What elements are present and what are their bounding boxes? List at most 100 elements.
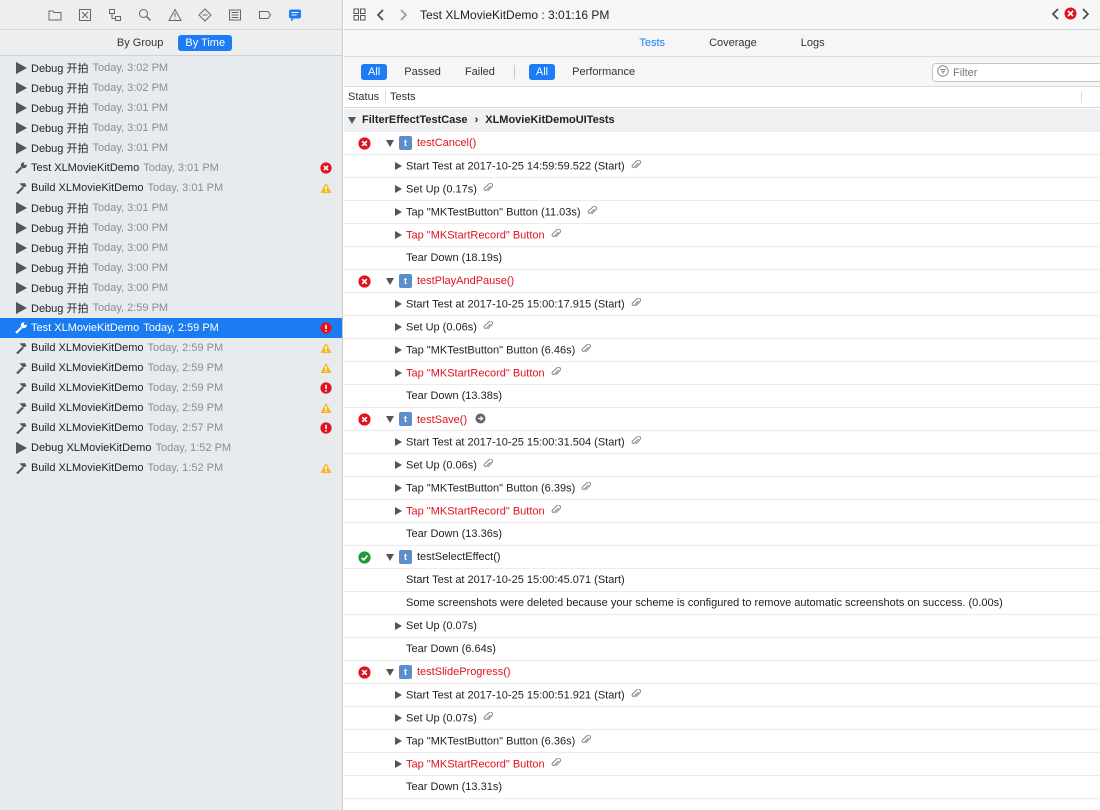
disclosure-triangle-icon[interactable] [395, 714, 402, 722]
activity-row[interactable]: Some screenshots were deleted because yo… [344, 592, 1100, 615]
activity-row[interactable]: Tear Down (6.64s) [344, 638, 1100, 661]
test-case-row[interactable]: t testCancel() [344, 132, 1100, 155]
by-time-button[interactable]: By Time [178, 34, 233, 51]
debug-icon[interactable] [220, 0, 250, 30]
test-icon[interactable] [190, 0, 220, 30]
disclosure-triangle-icon[interactable] [395, 369, 402, 377]
activity-row[interactable]: Start Test at 2017-10-25 15:00:45.071 (S… [344, 569, 1100, 592]
find-icon[interactable] [130, 0, 160, 30]
report-list-item[interactable]: Build XLMovieKitDemo Today, 2:59 PM [0, 338, 342, 358]
tab-coverage[interactable]: Coverage [709, 37, 757, 49]
attachment-icon[interactable] [587, 205, 597, 219]
report-list-item[interactable]: Build XLMovieKitDemo Today, 2:59 PM [0, 378, 342, 398]
disclosure-triangle-icon[interactable] [395, 208, 402, 216]
previous-issue-icon[interactable] [1051, 7, 1061, 23]
attachment-icon[interactable] [483, 711, 493, 725]
report-list-item[interactable]: Debug 开拍 Today, 3:00 PM [0, 218, 342, 238]
disclosure-triangle-icon[interactable] [386, 669, 394, 676]
disclosure-triangle-icon[interactable] [386, 278, 394, 285]
attachment-icon[interactable] [631, 159, 641, 173]
activity-row[interactable]: Tear Down (18.19s) [344, 247, 1100, 270]
report-list-item[interactable]: Build XLMovieKitDemo Today, 1:52 PM [0, 458, 342, 478]
disclosure-triangle-icon[interactable] [395, 737, 402, 745]
attachment-icon[interactable] [551, 757, 561, 771]
test-suite-row[interactable]: FilterEffectTestCase › XLMovieKitDemoUIT… [344, 109, 1100, 132]
attachment-icon[interactable] [581, 481, 592, 495]
report-list-item[interactable]: Build XLMovieKitDemo Today, 2:59 PM [0, 398, 342, 418]
disclosure-triangle-icon[interactable] [395, 622, 402, 630]
filter-all-button[interactable]: All [361, 63, 388, 80]
disclosure-triangle-icon[interactable] [395, 346, 402, 354]
scope-all-button[interactable]: All [528, 63, 556, 80]
attachment-icon[interactable] [483, 458, 493, 472]
report-title[interactable]: Test XLMovieKitDemo : 3:01:16 PM [420, 8, 609, 22]
next-issue-icon[interactable] [1080, 7, 1090, 23]
report-list-item[interactable]: Debug 开拍 Today, 3:00 PM [0, 278, 342, 298]
report-list-item[interactable]: Debug 开拍 Today, 2:59 PM [0, 298, 342, 318]
test-case-row[interactable]: t testSlideProgress() [344, 661, 1100, 684]
disclosure-triangle-icon[interactable] [395, 300, 402, 308]
activity-row[interactable]: Tap "MKStartRecord" Button [344, 224, 1100, 247]
scope-performance-button[interactable]: Performance [565, 64, 642, 80]
tab-tests[interactable]: Tests [639, 37, 665, 49]
report-list-item[interactable]: Debug 开拍 Today, 3:02 PM [0, 58, 342, 78]
activity-row[interactable]: Set Up (0.06s) [344, 454, 1100, 477]
back-arrow-icon[interactable] [370, 0, 392, 30]
attachment-icon[interactable] [631, 435, 641, 449]
error-icon[interactable] [1064, 7, 1077, 23]
report-list-item[interactable]: Test XLMovieKitDemo Today, 2:59 PM [0, 318, 342, 338]
activity-row[interactable]: Start Test at 2017-10-25 15:00:17.915 (S… [344, 293, 1100, 316]
test-case-row[interactable]: t testSelectEffect() [344, 546, 1100, 569]
test-case-row[interactable]: t testPlayAndPause() [344, 270, 1100, 293]
filter-field[interactable] [932, 63, 1100, 82]
disclosure-triangle-icon[interactable] [395, 162, 402, 170]
report-list-item[interactable]: Build XLMovieKitDemo Today, 3:01 PM [0, 178, 342, 198]
report-list-item[interactable]: Build XLMovieKitDemo Today, 2:59 PM [0, 358, 342, 378]
forward-arrow-icon[interactable] [392, 0, 414, 30]
attachment-icon[interactable] [581, 343, 592, 357]
tab-logs[interactable]: Logs [801, 37, 825, 49]
source-control-icon[interactable] [70, 0, 100, 30]
report-list-item[interactable]: Test XLMovieKitDemo Today, 3:01 PM [0, 158, 342, 178]
disclosure-triangle-icon[interactable] [395, 438, 402, 446]
report-icon[interactable] [280, 0, 310, 30]
filter-input[interactable] [953, 66, 1093, 79]
report-list-item[interactable]: Debug 开拍 Today, 3:00 PM [0, 258, 342, 278]
report-list-item[interactable]: Debug 开拍 Today, 3:01 PM [0, 118, 342, 138]
disclosure-triangle-icon[interactable] [395, 461, 402, 469]
activity-row[interactable]: Set Up (0.06s) [344, 316, 1100, 339]
activity-row[interactable]: Tap "MKTestButton" Button (6.46s) [344, 339, 1100, 362]
activity-row[interactable]: Tear Down (13.36s) [344, 523, 1100, 546]
activity-row[interactable]: Start Test at 2017-10-25 15:00:51.921 (S… [344, 684, 1100, 707]
tests-column-header[interactable]: Tests [386, 91, 1082, 103]
attachment-icon[interactable] [483, 320, 493, 334]
attachment-icon[interactable] [631, 688, 641, 702]
activity-row[interactable]: Tap "MKTestButton" Button (6.39s) [344, 477, 1100, 500]
disclosure-triangle-icon[interactable] [395, 231, 402, 239]
disclosure-triangle-icon[interactable] [348, 116, 356, 124]
disclosure-triangle-icon[interactable] [395, 507, 402, 515]
disclosure-triangle-icon[interactable] [386, 140, 394, 147]
report-list-item[interactable]: Debug 开拍 Today, 3:02 PM [0, 78, 342, 98]
activity-row[interactable]: Set Up (0.17s) [344, 178, 1100, 201]
activity-row[interactable]: Tear Down (13.31s) [344, 776, 1100, 799]
report-list-item[interactable]: Debug XLMovieKitDemo Today, 1:52 PM [0, 438, 342, 458]
filter-failed-button[interactable]: Failed [458, 64, 502, 80]
symbol-icon[interactable] [100, 0, 130, 30]
disclosure-triangle-icon[interactable] [395, 323, 402, 331]
attachment-icon[interactable] [551, 504, 561, 518]
disclosure-triangle-icon[interactable] [395, 691, 402, 699]
disclosure-triangle-icon[interactable] [386, 554, 394, 561]
activity-row[interactable]: Tear Down (13.38s) [344, 385, 1100, 408]
by-group-button[interactable]: By Group [110, 35, 170, 51]
attachment-icon[interactable] [581, 734, 592, 748]
activity-row[interactable]: Tap "MKStartRecord" Button [344, 753, 1100, 776]
report-list-item[interactable]: Build XLMovieKitDemo Today, 2:57 PM [0, 418, 342, 438]
report-list-item[interactable]: Debug 开拍 Today, 3:01 PM [0, 138, 342, 158]
attachment-icon[interactable] [483, 182, 493, 196]
activity-row[interactable]: Tap "MKTestButton" Button (6.36s) [344, 730, 1100, 753]
activity-row[interactable]: Set Up (0.07s) [344, 707, 1100, 730]
attachment-icon[interactable] [631, 297, 641, 311]
related-items-icon[interactable] [348, 0, 370, 30]
activity-row[interactable]: Tap "MKTestButton" Button (11.03s) [344, 201, 1100, 224]
